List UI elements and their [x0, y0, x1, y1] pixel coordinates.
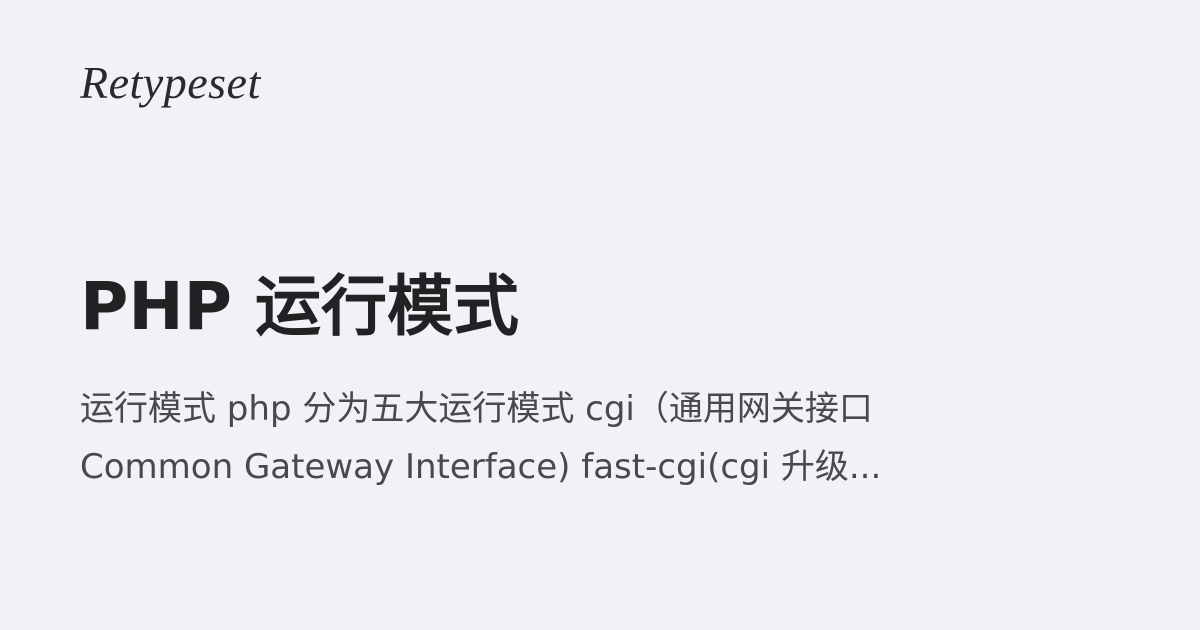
description-line: Common Gateway Interface) fast-cgi(cgi 升…	[80, 447, 882, 487]
site-logo: Retypeset	[80, 57, 261, 108]
post-title: PHP 运行模式	[80, 268, 519, 345]
description-line: 运行模式 php 分为五大运行模式 cgi（通用网关接口	[80, 389, 873, 429]
post-description: 运行模式 php 分为五大运行模式 cgi（通用网关接口 Common Gate…	[80, 380, 1120, 496]
share-card: Retypeset PHP 运行模式 运行模式 php 分为五大运行模式 cgi…	[0, 0, 1200, 630]
